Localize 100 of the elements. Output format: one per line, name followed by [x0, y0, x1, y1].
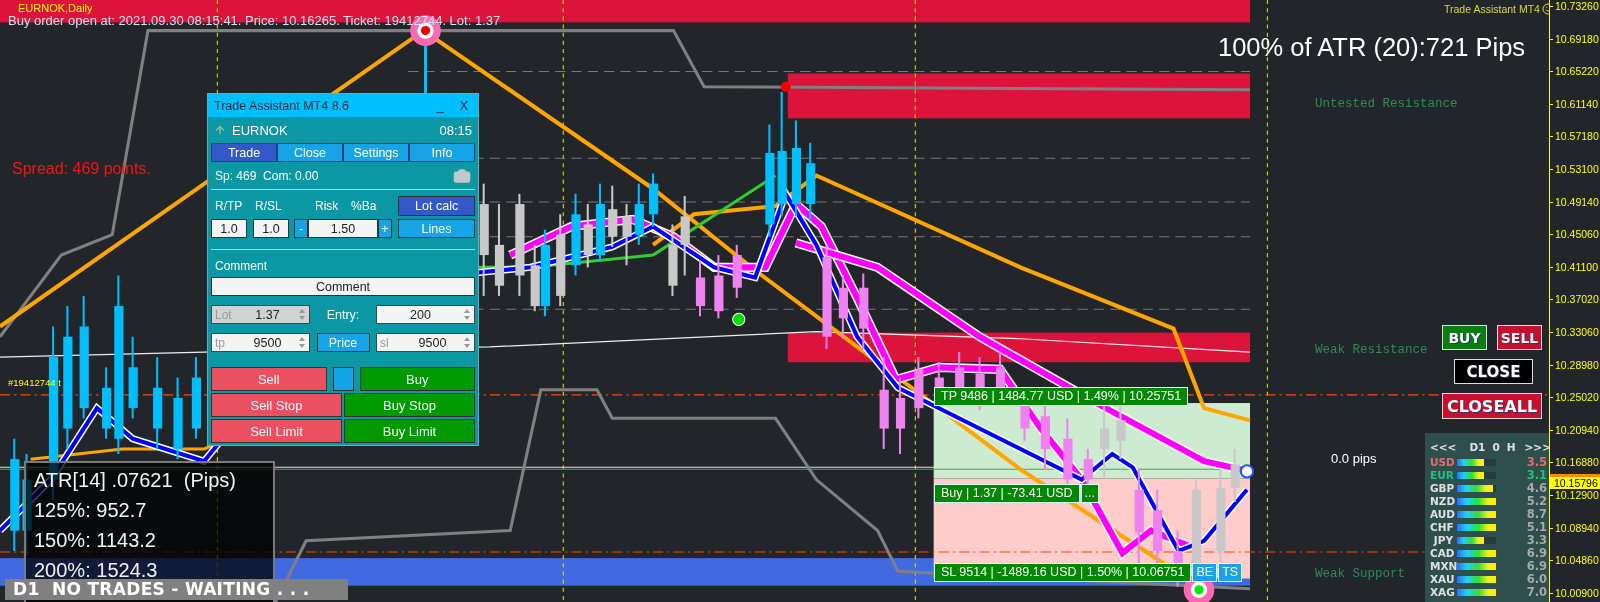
increase-button[interactable]: +: [378, 219, 392, 238]
atr-line: 200%: 1524.3: [34, 558, 159, 582]
price-label: 10.73260: [1555, 0, 1599, 12]
currency-code: USD: [1430, 456, 1456, 468]
comment-field[interactable]: Comment: [211, 277, 475, 296]
strength-value: 3.3: [1525, 533, 1548, 547]
field-label: R/TP: [214, 199, 244, 213]
symbol-label: EURNOK: [232, 122, 288, 138]
panel-tab[interactable]: Settings: [343, 143, 409, 162]
reward-sl-field[interactable]: 1.0: [253, 219, 289, 238]
price-button[interactable]: Price: [316, 333, 370, 352]
spinner-arrows-icon[interactable]: [298, 336, 306, 349]
buy-order-button[interactable]: Buy Stop: [344, 393, 475, 417]
currency-code: AUD: [1430, 508, 1457, 520]
candlestick: [838, 275, 848, 339]
closeall-button[interactable]: CLOSEALL: [1442, 393, 1542, 419]
buy-button[interactable]: BUY: [1442, 325, 1487, 350]
toggle-button[interactable]: [332, 367, 354, 391]
candlestick: [1230, 448, 1240, 502]
lot-calc-button[interactable]: Lot calc: [398, 196, 475, 216]
strength-value: 7.0: [1525, 585, 1548, 599]
close-button[interactable]: X: [455, 98, 472, 113]
panel-title: Trade Assistant MT4 8.6: [214, 98, 350, 113]
buy-order-button[interactable]: Buy: [359, 367, 475, 391]
buy-order-button[interactable]: Buy Limit: [344, 419, 475, 443]
price-label: 10.49140: [1555, 195, 1599, 208]
candlestick: [583, 204, 593, 268]
panel-tab[interactable]: Info: [409, 143, 475, 162]
currency-code: XAG: [1430, 586, 1456, 598]
position-label[interactable]: Buy | 1.37 | -73.41 USD: [934, 484, 1080, 503]
zone-label: Untested Resistance: [1315, 97, 1458, 112]
currency-code: XAU: [1430, 573, 1456, 585]
lines-button[interactable]: Lines: [398, 219, 475, 238]
sl-action-button[interactable]: BE: [1192, 563, 1218, 582]
strength-value: 3.1: [1525, 468, 1548, 482]
entry-spinner[interactable]: 200: [376, 305, 475, 324]
sell-button[interactable]: SELL: [1497, 325, 1542, 350]
zone-label: Weak Resistance: [1315, 343, 1428, 358]
price-label: 10.00900: [1555, 586, 1599, 599]
spread-commission-text: Sp: 469 Com: 0.00: [215, 169, 319, 183]
panel-tab[interactable]: Close: [277, 143, 343, 162]
sl-spinner[interactable]: sl 9500: [376, 333, 475, 352]
brand-label: Trade Assistant MT4: [1444, 3, 1540, 16]
sell-order-button[interactable]: Sell Stop: [211, 393, 342, 417]
sell-order-button[interactable]: Sell: [211, 367, 327, 391]
price-label: 10.57180: [1555, 130, 1599, 143]
price-label: 10.08940: [1555, 521, 1599, 534]
spinner-arrows-icon[interactable]: [463, 336, 471, 349]
currency-code: CAD: [1430, 547, 1456, 559]
previous-button[interactable]: <<<: [1430, 440, 1457, 453]
sell-order-button[interactable]: Sell Limit: [211, 419, 342, 443]
price-label: 10.12900: [1555, 488, 1599, 501]
spread-text: Spread: 469 points.: [12, 160, 151, 179]
candlestick: [530, 244, 540, 312]
stop-loss-label[interactable]: SL 9514 | -1489.16 USD | 1.50% | 10.06751: [934, 563, 1192, 582]
price-label: 10.28980: [1555, 358, 1599, 371]
currency-code: NZD: [1430, 495, 1457, 507]
minimize-button[interactable]: _: [432, 98, 448, 113]
chart-symbol: EURNOK,Daily: [18, 2, 93, 15]
price-label: 10.69180: [1555, 32, 1599, 45]
field-label: Risk: [315, 199, 340, 213]
close-button[interactable]: CLOSE: [1454, 359, 1533, 384]
candlestick: [634, 183, 644, 245]
currency-code: EUR: [1430, 469, 1455, 481]
field-label: %Ba: [351, 199, 377, 213]
candlestick: [714, 255, 724, 319]
atr-line: ATR[14] .07621 (Pips): [34, 468, 237, 493]
spinner-arrows-icon[interactable]: [463, 308, 471, 321]
next-button[interactable]: >>>: [1524, 440, 1549, 453]
shift-label: 0: [1492, 440, 1500, 453]
price-label: 10.04860: [1555, 554, 1599, 567]
currency-code: CHF: [1430, 521, 1455, 533]
signal-dot: [732, 312, 746, 326]
tp-spinner[interactable]: tp 9500: [211, 333, 310, 352]
atr-line: 150%: 1143.2: [34, 528, 157, 553]
strength-value: 3.5: [1525, 455, 1548, 469]
price-label: 10.65220: [1555, 65, 1599, 78]
price-label: 10.33060: [1555, 325, 1599, 338]
camera-icon[interactable]: [453, 167, 471, 185]
strength-value: 6.9: [1525, 559, 1548, 573]
candlestick: [695, 260, 706, 317]
server-time: 08:15: [439, 122, 472, 138]
price-label: 10.53100: [1555, 162, 1599, 175]
timeframe-label: D1: [1469, 440, 1486, 453]
decrease-button[interactable]: -: [294, 219, 308, 238]
risk-field[interactable]: 1.50: [308, 219, 378, 238]
candlestick: [622, 204, 632, 266]
atr-line: 125%: 952.7: [34, 498, 148, 523]
unit-label: H: [1506, 440, 1516, 453]
comment-label: Comment: [215, 259, 267, 273]
reward-tp-field[interactable]: 1.0: [211, 219, 247, 238]
panel-tab[interactable]: Trade: [211, 143, 277, 162]
take-profit-label[interactable]: TP 9486 | 1484.77 USD | 1.49% | 10.25751: [934, 387, 1189, 406]
price-label: 10.25020: [1555, 391, 1599, 404]
currency-code: JPY: [1432, 534, 1454, 546]
strength-value: 5.1: [1525, 520, 1548, 534]
candlestick: [608, 185, 618, 247]
candlestick: [668, 224, 678, 296]
sl-action-button[interactable]: TS: [1218, 563, 1243, 582]
strength-value: 8.7: [1525, 507, 1548, 521]
